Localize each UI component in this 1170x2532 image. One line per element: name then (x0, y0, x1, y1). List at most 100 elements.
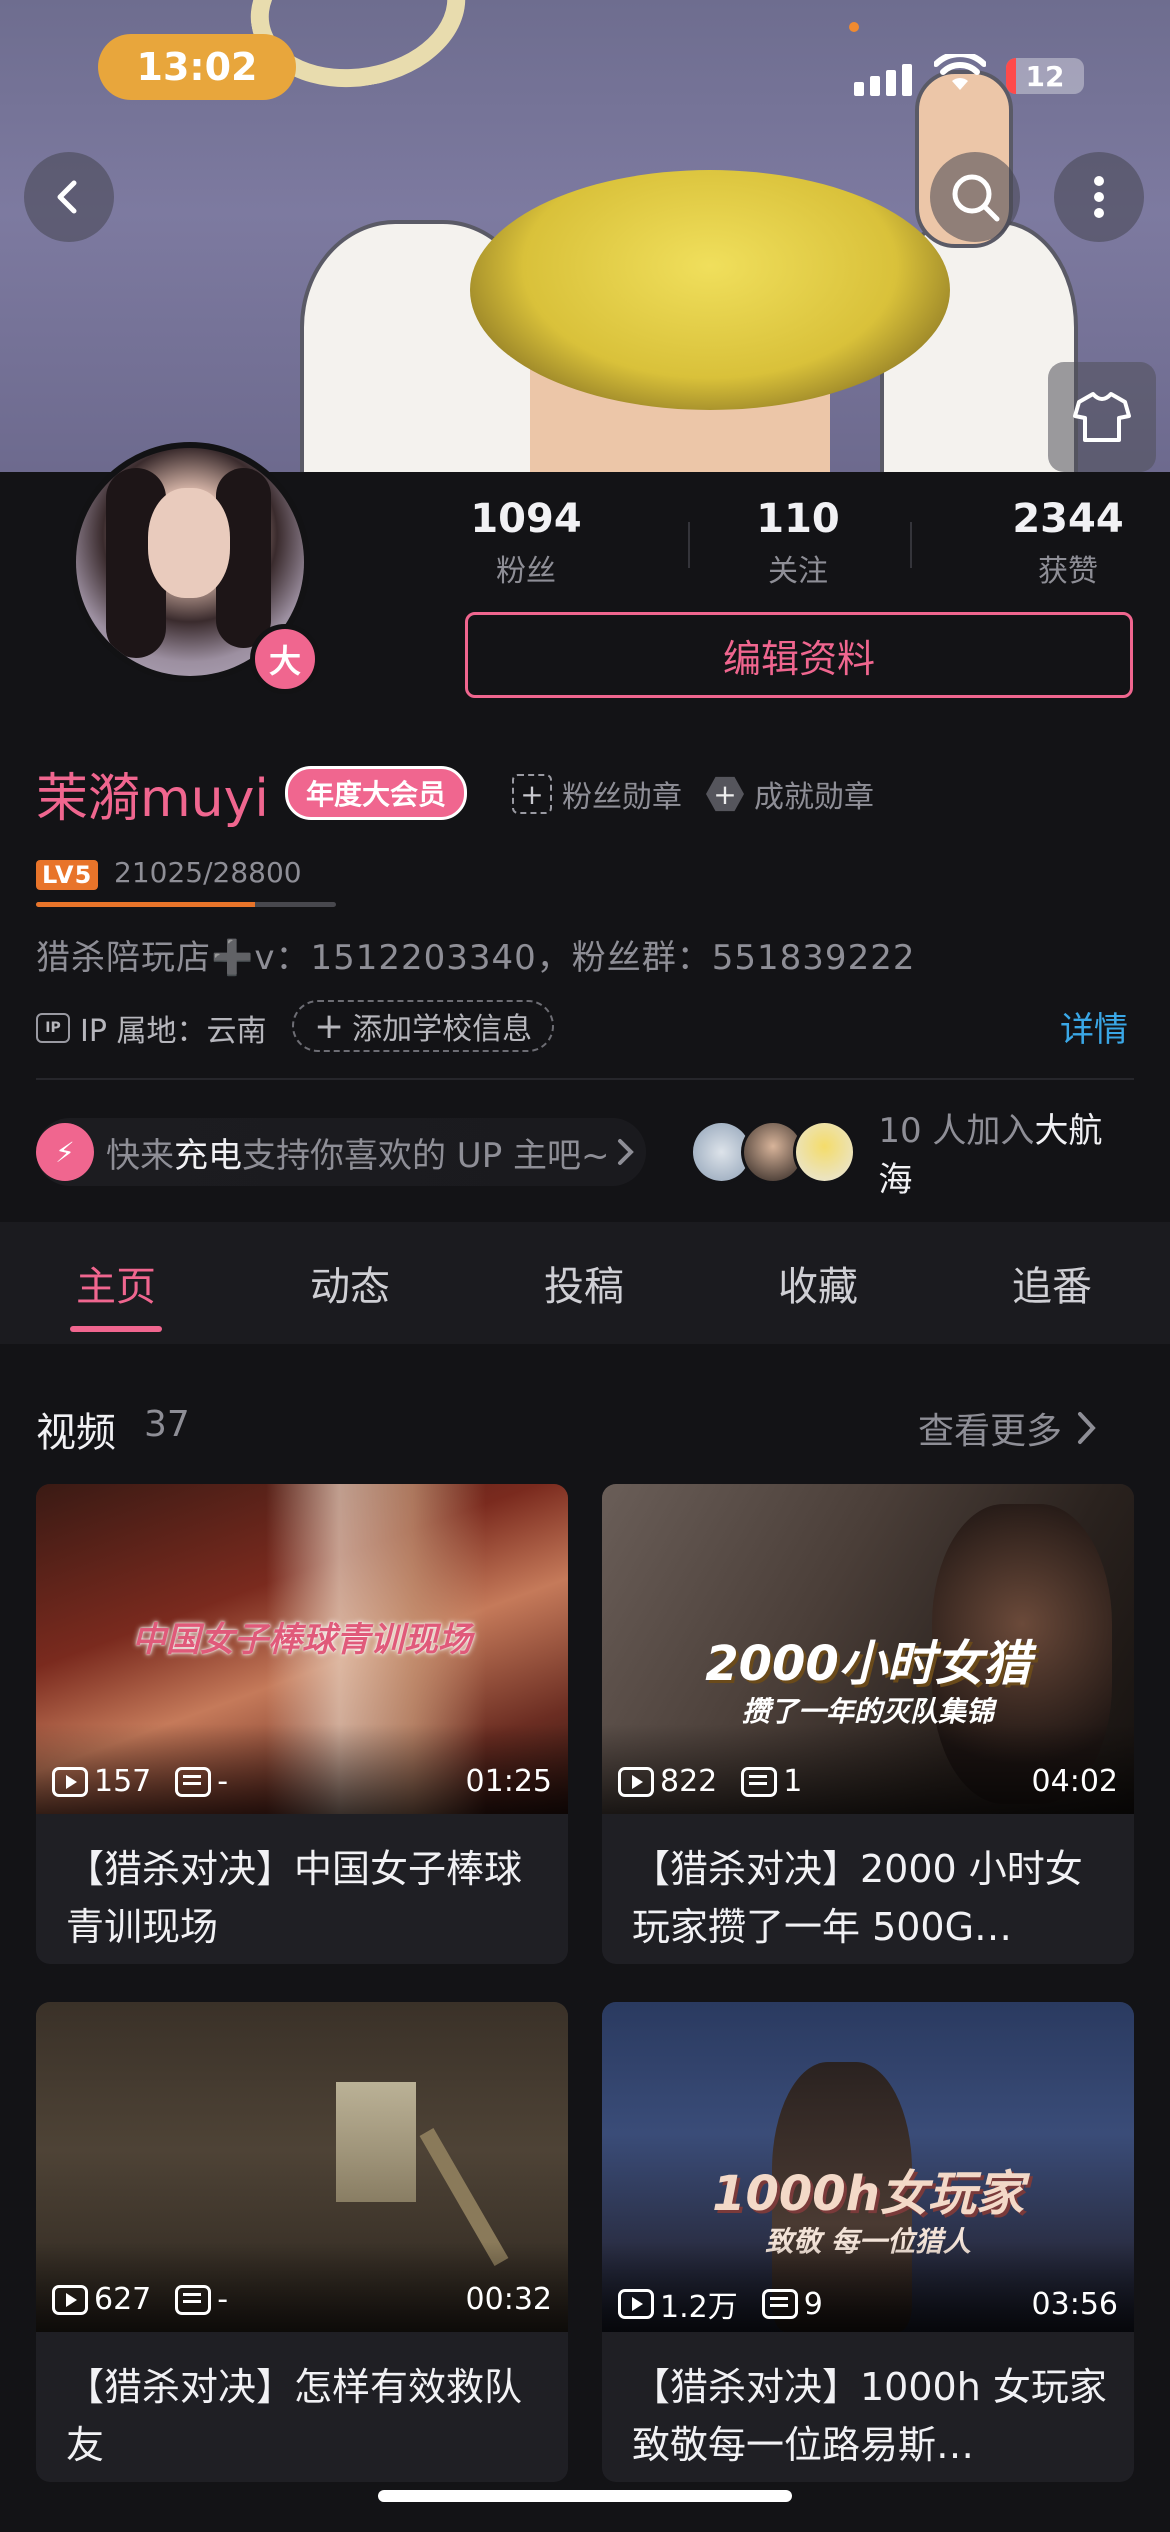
danmaku-icon (761, 2289, 798, 2319)
change-banner-button[interactable] (1048, 362, 1156, 472)
video-card[interactable]: 1000h女玩家 致敬 每一位猎人 1.2万 9 03:56 【猎杀对决】100… (602, 2002, 1134, 2482)
video-duration: 00:32 (465, 2282, 552, 2317)
fleet-banner[interactable]: 10 人加入大航海 (690, 1111, 1134, 1200)
stat-following[interactable]: 110 关注 (698, 496, 898, 590)
search-button[interactable] (930, 152, 1020, 242)
video-title: 【猎杀对决】1000h 女玩家致敬每一位路易斯… (632, 2365, 1107, 2467)
video-card[interactable]: 2000小时女猎 攒了一年的灭队集锦 822 1 04:02 【猎杀对决】200… (602, 1484, 1134, 1964)
danmaku-icon (175, 2284, 212, 2315)
divider (36, 1078, 1134, 1080)
play-count: 1.2万 (660, 2290, 738, 2325)
view-more-link[interactable]: 查看更多 (918, 1402, 1098, 1454)
details-link[interactable]: 详情 (1060, 1002, 1128, 1051)
video-card[interactable]: 627 - 00:32 【猎杀对决】怎样有效救队友 (36, 2002, 568, 2482)
fan-medal-button[interactable]: + 粉丝勋章 (512, 772, 682, 816)
fleet-text: 10 人加入大航海 (878, 1111, 1103, 1200)
back-button[interactable] (24, 152, 114, 242)
chevron-right-icon (617, 1139, 634, 1165)
wifi-icon (934, 54, 986, 90)
danmaku-icon (175, 1766, 212, 1797)
thumbnail-caption: 2000小时女猎 (705, 1636, 1031, 1692)
exp-progress-bar (36, 902, 336, 907)
play-count: 157 (94, 1764, 152, 1799)
play-count: 627 (94, 2282, 152, 2317)
battery-level-fill (1006, 58, 1016, 94)
vip-badge[interactable]: 年度大会员 (285, 766, 468, 820)
edit-profile-button[interactable]: 编辑资料 (465, 612, 1133, 698)
ip-location-text: IP 属地：云南 (80, 1014, 267, 1049)
achievement-medal-label: 成就勋章 (754, 780, 874, 815)
chevron-right-icon (1078, 1412, 1096, 1444)
video-title: 【猎杀对决】2000 小时女玩家攒了一年 500G… (632, 1847, 1083, 1949)
followers-count: 1094 (470, 496, 582, 542)
video-duration: 01:25 (465, 1764, 552, 1799)
danmaku-icon (741, 1766, 778, 1797)
privacy-indicator-dot (849, 22, 859, 32)
following-label: 关注 (768, 554, 828, 589)
search-icon (952, 174, 1000, 222)
tshirt-icon (1073, 392, 1131, 442)
play-count-icon (618, 1766, 654, 1797)
tab-favorites[interactable]: 收藏 (728, 1254, 908, 1312)
play-count-icon (52, 2284, 88, 2315)
thumbnail-caption: 1000h女玩家 (712, 2166, 1024, 2222)
video-meta: 1.2万 9 03:56 (618, 2282, 1118, 2326)
battery-indicator: 12 (1006, 58, 1084, 94)
add-school-button[interactable]: + 添加学校信息 (292, 1000, 555, 1052)
stat-divider (910, 522, 912, 568)
play-count-icon (52, 1766, 88, 1797)
more-vertical-icon (1094, 176, 1104, 218)
video-duration: 04:02 (1031, 1764, 1118, 1799)
more-options-button[interactable] (1054, 152, 1144, 242)
charge-banner[interactable]: ⚡ 快来充电支持你喜欢的 UP 主吧~ (36, 1118, 646, 1186)
home-indicator[interactable] (378, 2490, 792, 2502)
likes-label: 获赞 (1038, 554, 1098, 589)
cellular-signal-icon (854, 64, 912, 96)
stat-likes[interactable]: 2344 获赞 (968, 496, 1168, 590)
charge-text: 快来充电支持你喜欢的 UP 主吧~ (106, 1135, 610, 1176)
status-time: 13:02 (98, 34, 296, 100)
add-school-label: 添加学校信息 (352, 1012, 533, 1047)
profile-banner[interactable]: 13:02 12 (0, 0, 1170, 472)
play-count: 822 (660, 1764, 718, 1799)
active-tab-indicator (70, 1326, 162, 1332)
danmaku-count: 9 (803, 2286, 823, 2322)
plus-icon: + (512, 774, 552, 814)
ip-location: IP IP 属地：云南 (36, 1006, 266, 1050)
battery-charge-icon: ⚡ (36, 1123, 94, 1181)
achievement-medal-button[interactable]: + 成就勋章 (706, 772, 874, 816)
followers-label: 粉丝 (496, 554, 556, 589)
likes-count: 2344 (1012, 496, 1124, 542)
tab-bangumi[interactable]: 追番 (962, 1254, 1142, 1312)
video-meta: 627 - 00:32 (52, 2282, 552, 2317)
fleet-member-avatar (792, 1120, 857, 1184)
video-card[interactable]: 中国女子棒球青训现场 157 - 01:25 【猎杀对决】中国女子棒球青训现场 (36, 1484, 568, 1964)
thumbnail-caption: 中国女子棒球青训现场 (132, 1620, 472, 1660)
videos-section-title: 视频 (36, 1410, 116, 1456)
tab-uploads[interactable]: 投稿 (494, 1254, 674, 1312)
level-badge: LV5 (36, 860, 99, 890)
videos-count: 37 (144, 1404, 190, 1445)
video-meta: 157 - 01:25 (52, 1764, 552, 1799)
vip-avatar-badge: 大 (250, 624, 320, 694)
video-title: 【猎杀对决】怎样有效救队友 (66, 2365, 523, 2467)
exp-progress-fill (36, 902, 255, 907)
tab-home[interactable]: 主页 (26, 1254, 206, 1312)
hexagon-plus-icon: + (706, 776, 744, 812)
chevron-left-icon (57, 180, 77, 214)
danmaku-count: - (217, 1764, 229, 1799)
tab-dynamics[interactable]: 动态 (260, 1254, 440, 1312)
exp-text: 21025/28800 (114, 856, 302, 889)
username: 茉漪muyi (36, 769, 269, 829)
video-meta: 822 1 04:02 (618, 1764, 1118, 1799)
fan-medal-label: 粉丝勋章 (562, 780, 682, 815)
danmaku-count: 1 (783, 1764, 803, 1799)
danmaku-count: - (217, 2282, 229, 2317)
signature: 猎杀陪玩店➕v：1512203340，粉丝群：551839222 (36, 938, 916, 978)
video-duration: 03:56 (1031, 2286, 1118, 2322)
view-more-label: 查看更多 (918, 1411, 1063, 1452)
battery-percent: 12 (1025, 59, 1065, 93)
plus-icon: + (314, 1005, 345, 1047)
stat-followers[interactable]: 1094 粉丝 (426, 496, 626, 590)
video-title: 【猎杀对决】中国女子棒球青训现场 (66, 1847, 523, 1949)
